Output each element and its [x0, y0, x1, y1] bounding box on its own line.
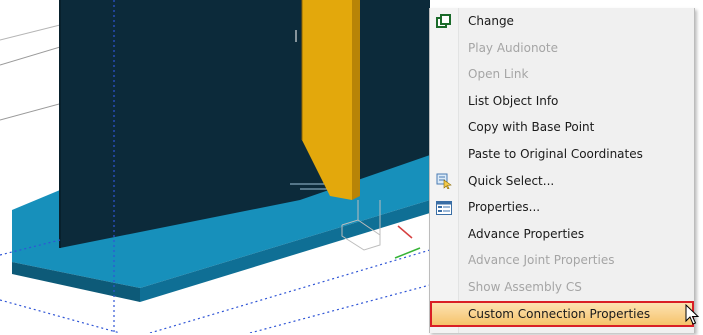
stiffener-side — [352, 0, 360, 200]
menu-item-show-assembly-cs[interactable]: Show Assembly CS — [430, 274, 694, 301]
menu-item-label: Paste to Original Coordinates — [468, 146, 643, 161]
menu-item-play-audionote[interactable]: Play Audionote — [430, 35, 694, 62]
quick-select-icon — [435, 173, 452, 190]
menu-item-label: Change — [468, 14, 514, 28]
menu-item-list-object-info[interactable]: List Object Info — [430, 88, 694, 115]
menu-item-label: List Object Info — [468, 93, 559, 108]
properties-icon — [435, 199, 452, 216]
menu-item-advance-properties[interactable]: Advance Properties — [430, 221, 694, 248]
menu-item-label: Open Link — [468, 67, 529, 82]
ucs-y-axis — [397, 225, 413, 239]
menu-item-label: Properties... — [468, 200, 541, 215]
menu-item-label: Copy with Base Point — [468, 120, 595, 135]
menu-item-custom-connection-properties[interactable]: Custom Connection Properties — [430, 300, 700, 328]
menu-item-label: Play Audionote — [468, 40, 558, 55]
menu-item-label: Advance Joint Properties — [468, 253, 615, 268]
menu-item-copy-with-base-point[interactable]: Copy with Base Point — [430, 114, 694, 141]
mouse-cursor-icon — [685, 303, 701, 335]
ucs-x-axis — [394, 247, 421, 259]
menu-item-properties[interactable]: Properties... — [430, 194, 694, 221]
change-icon — [435, 13, 452, 30]
menu-item-open-link[interactable]: Open Link — [430, 61, 694, 88]
menu-item-advance-joint-properties[interactable]: Advance Joint Properties — [430, 247, 694, 274]
grid-line — [0, 299, 121, 333]
menu-item-label: Quick Select... — [468, 173, 555, 188]
menu-item-label: Custom Connection Properties — [468, 306, 651, 321]
grid-line — [249, 284, 431, 333]
menu-item-quick-select[interactable]: Quick Select... — [430, 168, 694, 195]
menu-item-change[interactable]: Change — [430, 8, 694, 35]
menu-item-label: Advance Properties — [468, 226, 585, 241]
menu-item-paste-to-original-coordinates[interactable]: Paste to Original Coordinates — [430, 141, 694, 168]
context-menu: Change Play Audionote Open Link List Obj… — [429, 8, 700, 333]
menu-item-label: Show Assembly CS — [468, 279, 582, 294]
menu-item-list: Change Play Audionote Open Link List Obj… — [430, 8, 700, 328]
